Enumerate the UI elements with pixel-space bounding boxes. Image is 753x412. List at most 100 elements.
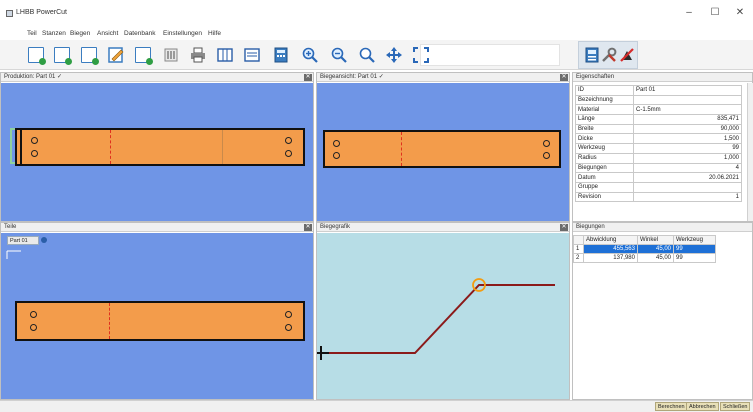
property-row[interactable]: Werkzeug 99 (575, 143, 742, 154)
close-panel-button[interactable]: ✕ (304, 74, 312, 81)
column-header[interactable]: Werkzeug (673, 235, 716, 245)
bend-cell[interactable]: 99 (673, 244, 716, 254)
bend-graphic-canvas[interactable] (317, 233, 569, 399)
close-button[interactable]: ✕ (731, 5, 749, 21)
menu-stanzen[interactable]: Stanzen (42, 28, 66, 40)
close-panel-button[interactable]: ✕ (304, 224, 312, 231)
menu-teil[interactable]: Teil (27, 28, 37, 40)
column-header[interactable]: Abwicklung (583, 235, 638, 245)
hole (30, 324, 37, 331)
bend-cell[interactable]: 45,00 (637, 244, 674, 254)
properties-grid: ID Part 01 Bezeichnung Material C-1.5mm Länge… (575, 85, 742, 203)
property-name: Gruppe (575, 181, 634, 193)
app-icon (6, 10, 13, 17)
new-part-icon[interactable] (28, 47, 46, 65)
close-panel-button[interactable]: ✕ (560, 224, 568, 231)
bend-view-canvas[interactable] (317, 83, 569, 221)
property-value[interactable]: C-1.5mm (633, 104, 742, 116)
property-row[interactable]: ID Part 01 (575, 85, 742, 96)
property-name: Bezeichnung (575, 94, 634, 106)
pan-icon[interactable] (386, 47, 402, 63)
menu-biegen[interactable]: Biegen (70, 28, 90, 40)
property-value[interactable] (633, 94, 742, 106)
part-tab[interactable]: Part 01 (7, 236, 39, 245)
panel-title: Biegegrafik (317, 223, 569, 232)
property-name: Dicke (575, 133, 634, 145)
zoom-out-icon[interactable] (331, 47, 347, 63)
list-view-icon[interactable] (244, 47, 260, 63)
bend-cell[interactable]: 45,00 (637, 253, 674, 263)
property-row[interactable]: Länge 835,471 (575, 114, 742, 125)
title-bar (0, 0, 753, 28)
property-name: Werkzeug (575, 143, 634, 154)
minimize-button[interactable]: – (680, 5, 698, 21)
sheet-part[interactable] (15, 128, 305, 166)
property-value[interactable]: 4 (633, 162, 742, 174)
maximize-button[interactable]: ☐ (706, 5, 724, 21)
property-value[interactable]: 1 (633, 191, 742, 203)
status-bar (0, 400, 753, 412)
property-value[interactable]: 90,000 (633, 123, 742, 135)
window-title: LHBB PowerCut (16, 9, 67, 16)
calculator-icon[interactable] (273, 47, 289, 63)
property-row[interactable]: Biegungen 4 (575, 162, 742, 174)
tools-icon[interactable] (601, 47, 617, 63)
fit-window-icon[interactable] (413, 47, 429, 63)
property-row[interactable]: Breite 90,000 (575, 123, 742, 135)
abort-button[interactable]: Abbrechen (686, 402, 719, 411)
zoom-fit-icon[interactable] (359, 47, 375, 63)
menu-hilfe[interactable]: Hilfe (208, 28, 221, 40)
sheet-part[interactable] (323, 130, 561, 168)
menu-einstellungen[interactable]: Einstellungen (163, 28, 202, 40)
property-row[interactable]: Gruppe (575, 181, 742, 193)
scrollbar[interactable] (747, 83, 753, 221)
calculate-button[interactable]: Berechnen (655, 402, 688, 411)
bend-line (109, 303, 110, 339)
bend-cell[interactable]: 455,563 (583, 244, 638, 254)
no-bend-icon[interactable] (619, 47, 635, 63)
copy-part-icon[interactable] (81, 47, 99, 65)
bend-row[interactable]: 1 455,563 45,00 99 (573, 244, 716, 254)
property-row[interactable]: Material C-1.5mm (575, 104, 742, 116)
property-value[interactable] (633, 181, 742, 193)
add-part-icon[interactable] (54, 47, 72, 65)
property-value[interactable]: 20.06.2021 (633, 172, 742, 183)
property-row[interactable]: Radius 1,000 (575, 152, 742, 164)
property-name: Revision (575, 191, 634, 203)
property-row[interactable]: Dicke 1,500 (575, 133, 742, 145)
menu-ansicht[interactable]: Ansicht (97, 28, 118, 40)
import-part-icon[interactable] (135, 47, 153, 65)
panel-eigenschaften: Eigenschaften ID Part 01 Bezeichnung Materi… (572, 72, 753, 222)
panel-title: Biegungen (573, 223, 752, 232)
property-row[interactable]: Revision 1 (575, 191, 742, 203)
column-header[interactable] (573, 235, 584, 245)
property-value[interactable]: 1,000 (633, 152, 742, 164)
property-row[interactable]: Datum 20.06.2021 (575, 172, 742, 183)
hole (285, 324, 292, 331)
property-row[interactable]: Bezeichnung (575, 94, 742, 106)
columns-icon[interactable] (217, 47, 233, 63)
hole (30, 311, 37, 318)
hole (285, 311, 292, 318)
close-panel-button[interactable]: ✕ (560, 74, 568, 81)
property-value[interactable]: 99 (633, 143, 742, 154)
bend-cell[interactable]: 137,980 (583, 253, 638, 263)
parts-canvas[interactable]: Part 01 (1, 233, 313, 399)
print-icon[interactable] (190, 47, 206, 63)
bend-cell[interactable]: 99 (673, 253, 716, 263)
axis-arrow-icon (5, 249, 25, 261)
production-canvas[interactable] (1, 83, 313, 221)
sheet-part[interactable] (15, 301, 305, 341)
property-value[interactable]: 1,500 (633, 133, 742, 145)
edit-part-icon[interactable] (108, 47, 124, 63)
bend-row[interactable]: 2 137,980 45,00 99 (573, 253, 716, 263)
database-icon[interactable] (163, 47, 179, 63)
zoom-in-icon[interactable] (302, 47, 318, 63)
column-header[interactable]: Winkel (637, 235, 674, 245)
machine-icon[interactable] (584, 47, 600, 63)
menu-datenbank[interactable]: Datenbank (124, 28, 155, 40)
property-name: ID (575, 85, 634, 96)
property-value[interactable]: 835,471 (633, 114, 742, 125)
close-dialog-button[interactable]: Schließen (720, 402, 751, 411)
property-value[interactable]: Part 01 (633, 85, 742, 96)
